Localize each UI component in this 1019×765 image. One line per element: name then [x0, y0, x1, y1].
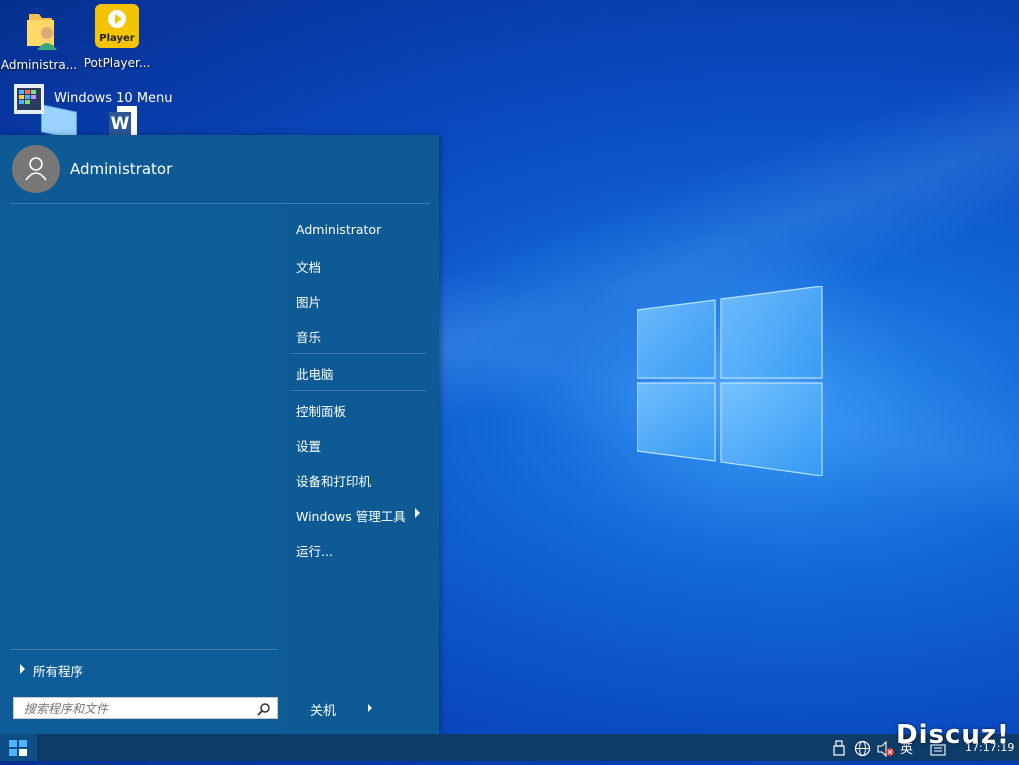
user-header[interactable]: Administrator [0, 135, 439, 205]
windows-start-icon [9, 740, 27, 756]
potplayer-icon: Player [93, 4, 141, 52]
menu-item-pictures[interactable]: 图片 [296, 292, 321, 311]
all-programs-button[interactable]: 所有程序 [33, 661, 83, 680]
menu-item-settings[interactable]: 设置 [296, 436, 321, 455]
menu-item-documents[interactable]: 文档 [296, 257, 321, 276]
pinned-app-windows-10-menu[interactable]: Windows 10 Menu [10, 82, 278, 116]
submenu-arrow-icon [415, 508, 420, 518]
search-input[interactable] [14, 699, 254, 719]
desktop-icon-label: Administra... [0, 58, 78, 72]
user-folder-icon [15, 6, 63, 54]
menu-separator [291, 390, 426, 391]
user-name: Administrator [70, 160, 173, 178]
user-avatar-icon [12, 145, 60, 193]
start-menu-left-pane [0, 205, 282, 734]
menu-item-admin-tools[interactable]: Windows 管理工具 [296, 506, 406, 525]
menu-item-this-pc[interactable]: 此电脑 [296, 364, 334, 383]
start-button[interactable] [0, 734, 37, 761]
desktop-icon-administrator[interactable]: Administra... [0, 6, 78, 72]
windows-logo-wallpaper [637, 286, 823, 476]
pinned-app-label: Windows 10 Menu [54, 91, 173, 106]
network-globe-icon[interactable] [854, 740, 871, 757]
volume-muted-icon[interactable] [877, 741, 895, 757]
all-programs-divider [10, 649, 278, 650]
menu-item-control-panel[interactable]: 控制面板 [296, 401, 346, 420]
desktop-icon-label: PotPlayer... [83, 56, 151, 70]
menu-item-devices-printers[interactable]: 设备和打印机 [296, 471, 371, 490]
desktop-icon-potplayer[interactable]: Player PotPlayer... [78, 4, 156, 70]
search-box[interactable] [13, 697, 278, 719]
menu-item-run[interactable]: 运行... [296, 541, 333, 560]
usb-device-icon[interactable] [833, 740, 845, 756]
start-menu-app-icon [14, 84, 44, 114]
menu-item-administrator[interactable]: Administrator [296, 222, 381, 237]
search-icon[interactable] [257, 702, 271, 716]
menu-item-music[interactable]: 音乐 [296, 327, 321, 346]
menu-separator [291, 353, 426, 354]
all-programs-arrow-icon [20, 664, 25, 674]
shutdown-button[interactable]: 关机 [310, 700, 336, 719]
header-divider [10, 203, 430, 204]
player-badge-text: Player [99, 33, 135, 44]
shutdown-options-arrow-icon[interactable] [368, 704, 372, 712]
discuz-watermark: Discuz! [896, 720, 1010, 750]
